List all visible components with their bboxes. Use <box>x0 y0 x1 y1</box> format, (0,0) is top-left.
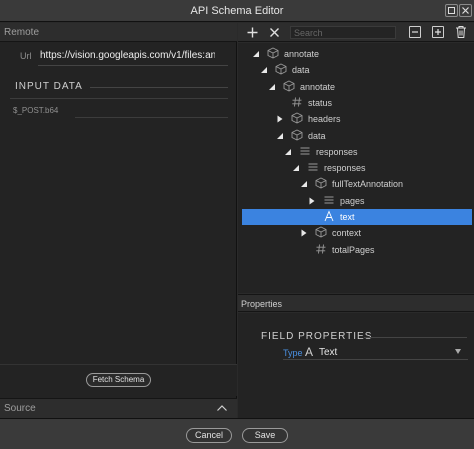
list-icon <box>322 194 336 208</box>
window-title: API Schema Editor <box>190 5 284 17</box>
plus-icon[interactable] <box>244 24 261 41</box>
tree-node-label: responses <box>324 163 366 174</box>
plus-box-icon[interactable] <box>432 26 444 38</box>
expanded-arrow-icon[interactable] <box>268 83 276 93</box>
tree-node-annotate[interactable]: annotate <box>242 46 472 62</box>
source-section-header[interactable]: Source <box>0 398 237 418</box>
tree-node-label: data <box>292 65 310 76</box>
minus-box-icon[interactable] <box>409 26 421 38</box>
tree-node-label: context <box>332 228 362 239</box>
chevron-up-icon[interactable] <box>216 403 228 413</box>
chevron-down-icon[interactable] <box>455 349 461 354</box>
properties-panel <box>238 313 474 418</box>
input-data-heading: INPUT DATA <box>15 81 83 92</box>
tree-node-label: data <box>308 130 326 141</box>
expanded-arrow-icon[interactable] <box>276 132 284 142</box>
type-underline <box>283 359 468 360</box>
save-button[interactable]: Save <box>242 428 288 443</box>
tree-node-responses[interactable]: responses <box>242 144 472 160</box>
trash-icon[interactable] <box>455 25 467 39</box>
tree-node-label: responses <box>316 146 358 157</box>
collapsed-arrow-icon[interactable] <box>276 115 284 125</box>
tree-node-responses[interactable]: responses <box>242 160 472 176</box>
text-type-icon: A <box>305 345 314 359</box>
cube-icon <box>266 47 280 61</box>
dialog-footer <box>0 418 474 449</box>
field-properties-rule <box>364 337 467 338</box>
tree-node-status[interactable]: status <box>242 95 472 111</box>
field-properties-heading: FIELD PROPERTIES <box>261 331 373 342</box>
cancel-button[interactable]: Cancel <box>186 428 232 443</box>
tree-node-label: totalPages <box>332 244 375 255</box>
url-label: Url <box>20 51 32 61</box>
expanded-arrow-icon[interactable] <box>300 180 308 190</box>
tree-node-totalpages[interactable]: totalPages <box>242 242 472 258</box>
input-data-divider <box>10 98 228 99</box>
cube-icon <box>274 63 288 77</box>
tree-node-pages[interactable]: pages <box>242 193 472 209</box>
tree-node-data[interactable]: data <box>242 62 472 78</box>
tree-node-label: text <box>340 212 355 222</box>
type-label: Type <box>283 348 303 358</box>
expanded-arrow-icon[interactable] <box>252 50 260 60</box>
tree-node-headers[interactable]: headers <box>242 111 472 127</box>
text-type-icon <box>322 210 336 224</box>
collapsed-arrow-icon[interactable] <box>300 229 308 239</box>
properties-header: Properties <box>238 294 474 312</box>
tree-node-label: annotate <box>300 81 336 92</box>
list-icon <box>306 161 320 175</box>
tree-node-label: headers <box>308 114 341 125</box>
list-icon <box>298 145 312 159</box>
cube-icon <box>282 80 296 94</box>
tree-node-text[interactable]: text <box>242 209 472 225</box>
post-b64-input[interactable] <box>75 117 228 118</box>
tree-node-fulltextannotation[interactable]: fullTextAnnotation <box>242 176 472 192</box>
cube-icon <box>290 128 304 143</box>
collapsed-arrow-icon[interactable] <box>308 197 316 207</box>
tree-node-annotate[interactable]: annotate <box>242 79 472 95</box>
cube-icon <box>314 226 328 240</box>
url-input[interactable]: https://vision.googleapis.com/v1/files:a… <box>40 48 215 64</box>
input-data-rule <box>90 87 228 88</box>
cube-icon <box>290 112 304 126</box>
url-underline <box>38 65 228 66</box>
close-window-icon[interactable] <box>459 4 472 17</box>
restore-window-icon[interactable] <box>445 4 458 17</box>
expanded-arrow-icon[interactable] <box>292 164 300 174</box>
remote-section-header[interactable]: Remote <box>0 23 237 42</box>
cube-icon <box>314 177 328 191</box>
tree-node-label: status <box>308 97 333 108</box>
x-icon[interactable] <box>266 24 283 41</box>
tree-node-label: pages <box>340 195 365 206</box>
expanded-arrow-icon[interactable] <box>260 66 268 76</box>
tree-node-label: annotate <box>284 49 320 59</box>
tree-node-label: fullTextAnnotation <box>332 179 404 190</box>
type-select[interactable]: Text <box>319 347 337 358</box>
post-b64-label: $_POST.b64 <box>13 106 59 115</box>
hash-icon <box>290 96 304 110</box>
expanded-arrow-icon[interactable] <box>284 148 292 158</box>
hash-icon <box>314 243 328 257</box>
fetch-schema-button[interactable]: Fetch Schema <box>86 373 151 387</box>
tree-node-data[interactable]: data <box>242 128 472 144</box>
tree-node-context[interactable]: context <box>242 225 472 241</box>
search-input[interactable] <box>290 26 396 39</box>
